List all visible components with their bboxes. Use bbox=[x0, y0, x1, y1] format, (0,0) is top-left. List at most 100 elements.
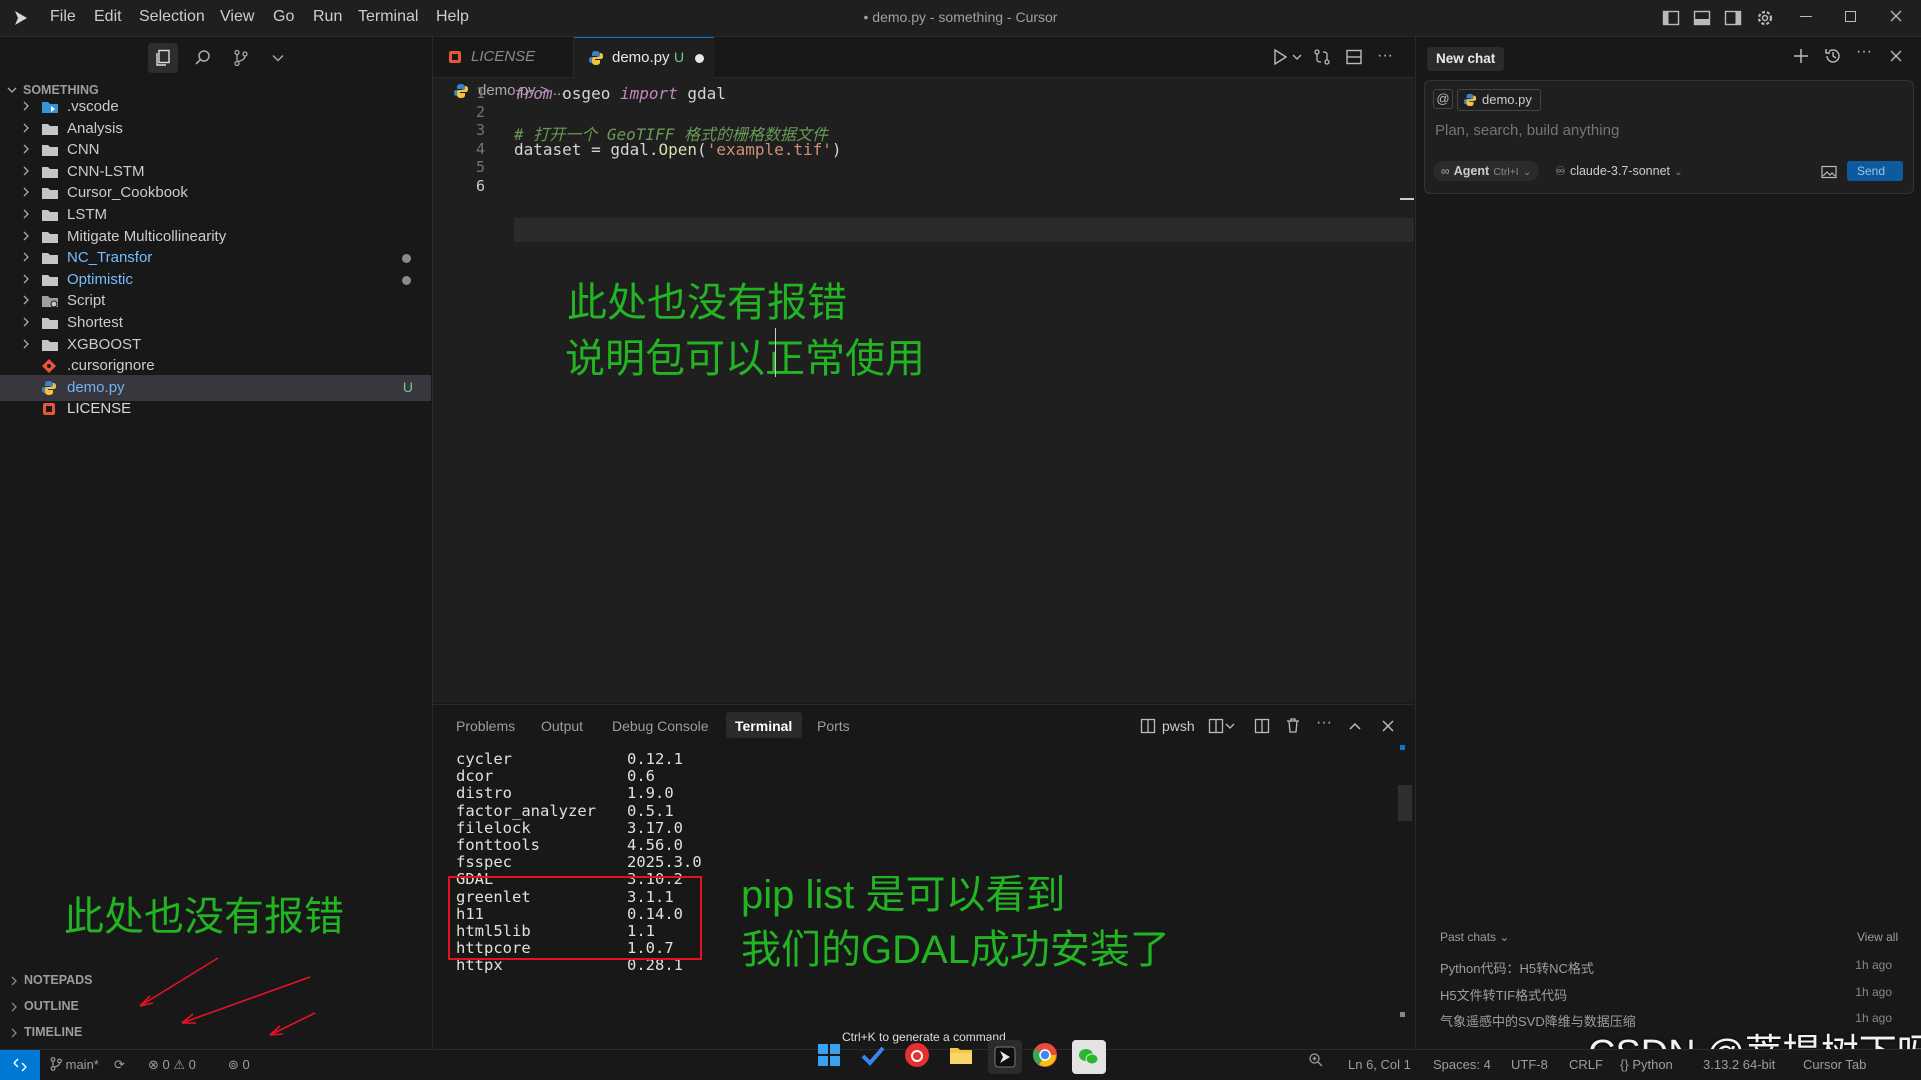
remote-indicator[interactable] bbox=[0, 1050, 40, 1080]
code-line[interactable]: from osgeo import gdal bbox=[514, 84, 726, 103]
shell-label[interactable]: pwsh bbox=[1162, 718, 1195, 734]
toggle-sidebar-icon[interactable] bbox=[1662, 9, 1680, 27]
indentation[interactable]: Spaces: 4 bbox=[1433, 1057, 1491, 1072]
context-chip-label: demo.py bbox=[1482, 92, 1532, 107]
cursor-app-icon[interactable] bbox=[988, 1040, 1022, 1074]
chat-more-icon[interactable]: ··· bbox=[1856, 43, 1872, 61]
restore-icon[interactable] bbox=[1845, 11, 1856, 22]
tree-item-license[interactable]: LICENSE bbox=[0, 396, 431, 422]
code-line[interactable]: dataset = gdal.Open('example.tif') bbox=[514, 140, 842, 159]
line-number: 4 bbox=[475, 139, 485, 158]
tab-problems[interactable]: Problems bbox=[456, 718, 515, 734]
wechat-icon[interactable] bbox=[1072, 1040, 1106, 1074]
tree-item-label: Optimistic bbox=[67, 270, 133, 288]
chat-history-item[interactable]: H5文件转TIF格式代码 1h ago bbox=[1440, 983, 1902, 1003]
more-actions-icon[interactable]: ··· bbox=[1377, 47, 1393, 65]
current-line-highlight bbox=[514, 218, 1414, 242]
todo-icon[interactable] bbox=[860, 1042, 886, 1068]
split-terminal-icon[interactable] bbox=[1254, 718, 1270, 734]
open-changes-icon[interactable] bbox=[1313, 48, 1331, 66]
more-views-chevron-down-icon[interactable] bbox=[271, 51, 285, 65]
line-number: 1 bbox=[475, 84, 485, 102]
panel-annotation-line2: 我们的GDAL成功安装了 bbox=[741, 928, 1170, 972]
branch-indicator[interactable]: main* bbox=[50, 1057, 99, 1072]
tab-terminal[interactable]: Terminal bbox=[726, 712, 802, 738]
new-terminal-split-icon[interactable] bbox=[1208, 718, 1236, 734]
problems-indicator[interactable]: ⊗ 0 ⚠ 0 bbox=[148, 1057, 196, 1073]
chat-history-title: Python代码：H5转NC格式 bbox=[1440, 961, 1594, 976]
tab-output[interactable]: Output bbox=[541, 718, 583, 734]
chat-input[interactable] bbox=[1433, 117, 1897, 143]
line-number: 2 bbox=[475, 102, 485, 121]
source-control-icon[interactable] bbox=[232, 49, 250, 67]
chrome-icon[interactable] bbox=[1032, 1042, 1058, 1068]
minimap-slider[interactable] bbox=[1400, 198, 1414, 200]
tree-item-label: LSTM bbox=[67, 206, 108, 223]
python-interpreter[interactable]: 3.13.2 64-bit bbox=[1703, 1057, 1775, 1072]
add-context-button[interactable]: @ bbox=[1433, 89, 1453, 109]
close-panel-icon[interactable] bbox=[1381, 719, 1395, 733]
image-upload-icon[interactable] bbox=[1821, 165, 1837, 179]
netease-music-icon[interactable] bbox=[904, 1042, 930, 1068]
maximize-panel-chevron-up-icon[interactable] bbox=[1348, 719, 1362, 733]
tab-demo-py[interactable]: demo.py U bbox=[574, 37, 714, 78]
chat-history-item[interactable]: Python代码：H5转NC格式 1h ago bbox=[1440, 956, 1902, 976]
run-icon[interactable] bbox=[1271, 48, 1289, 66]
code-token: = bbox=[581, 139, 611, 159]
code-token: ( bbox=[697, 139, 707, 159]
zoom-icon[interactable] bbox=[1308, 1052, 1324, 1068]
split-editor-icon[interactable] bbox=[1345, 48, 1363, 66]
chevron-right-icon bbox=[20, 294, 32, 306]
code-token: ) bbox=[831, 139, 842, 159]
new-chat-plus-icon[interactable] bbox=[1792, 47, 1810, 65]
close-window-icon[interactable] bbox=[1889, 9, 1903, 23]
run-options-chevron-down-icon[interactable] bbox=[1291, 51, 1303, 63]
chat-history-icon[interactable] bbox=[1824, 47, 1842, 65]
chat-panel: New chat ··· @ demo.py ∞ Agent Ctrl+I ⌄ … bbox=[1415, 37, 1921, 1049]
chevron-right-icon bbox=[11, 1028, 17, 1038]
chevron-right-icon bbox=[20, 338, 32, 350]
encoding[interactable]: UTF-8 bbox=[1511, 1057, 1548, 1072]
chat-history-title: H5文件转TIF格式代码 bbox=[1440, 987, 1568, 1003]
trash-icon[interactable] bbox=[1285, 717, 1301, 734]
cursor-position[interactable]: Ln 6, Col 1 bbox=[1348, 1057, 1411, 1072]
close-chat-icon[interactable] bbox=[1889, 49, 1903, 63]
model-selector[interactable]: ♾ claude-3.7-sonnet ⌄ bbox=[1555, 161, 1683, 181]
panel-more-icon[interactable]: ··· bbox=[1316, 714, 1332, 732]
line-ending[interactable]: CRLF bbox=[1569, 1057, 1603, 1072]
context-chip[interactable]: demo.py bbox=[1457, 89, 1541, 111]
tab-ports[interactable]: Ports bbox=[817, 718, 850, 734]
tree-item-label: .cursorignore bbox=[67, 357, 155, 375]
minimize-icon[interactable] bbox=[1800, 16, 1812, 17]
explorer-view-button[interactable] bbox=[148, 43, 178, 73]
settings-gear-icon[interactable] bbox=[1755, 8, 1775, 28]
unsaved-dot[interactable] bbox=[695, 54, 704, 63]
ports-indicator[interactable]: ⊚ 0 bbox=[228, 1057, 250, 1073]
tree-item-label: demo.py bbox=[67, 378, 125, 396]
toggle-panel-icon[interactable] bbox=[1693, 9, 1711, 27]
send-button[interactable]: Send bbox=[1847, 161, 1903, 181]
terminal-scrollbar[interactable] bbox=[1398, 785, 1412, 821]
chat-tab-new-chat[interactable]: New chat bbox=[1427, 47, 1505, 71]
broadcast-icon: ⊚ bbox=[228, 1057, 239, 1072]
toggle-secondary-sidebar-icon[interactable] bbox=[1724, 9, 1742, 27]
terminal-scroll-bottom-marker bbox=[1400, 1012, 1405, 1017]
agent-mode-dropdown[interactable]: ∞ Agent Ctrl+I ⌄ bbox=[1433, 161, 1540, 181]
package-version: 0.5.1 bbox=[627, 801, 674, 820]
folder-icon bbox=[41, 142, 59, 158]
search-icon[interactable] bbox=[194, 49, 212, 67]
tab-license[interactable]: LICENSE bbox=[433, 37, 574, 77]
terminal-line: filelock 3.17.0 bbox=[456, 819, 683, 837]
start-icon[interactable] bbox=[816, 1042, 842, 1068]
past-chats-label[interactable]: Past chats ⌄ bbox=[1440, 930, 1509, 944]
file-explorer-icon[interactable] bbox=[948, 1042, 974, 1068]
view-all-link[interactable]: View all bbox=[1857, 930, 1898, 944]
cursor-tab-status[interactable]: Cursor Tab bbox=[1803, 1057, 1866, 1072]
chevron-right-icon bbox=[20, 100, 32, 112]
language-mode[interactable]: {} Python bbox=[1620, 1057, 1673, 1072]
sync-icon[interactable]: ⟳ bbox=[114, 1057, 125, 1073]
remote-icon bbox=[13, 1058, 27, 1072]
package-version: 2025.3.0 bbox=[627, 853, 702, 872]
code-token: Open bbox=[658, 139, 698, 159]
tab-debug-console[interactable]: Debug Console bbox=[612, 718, 709, 734]
